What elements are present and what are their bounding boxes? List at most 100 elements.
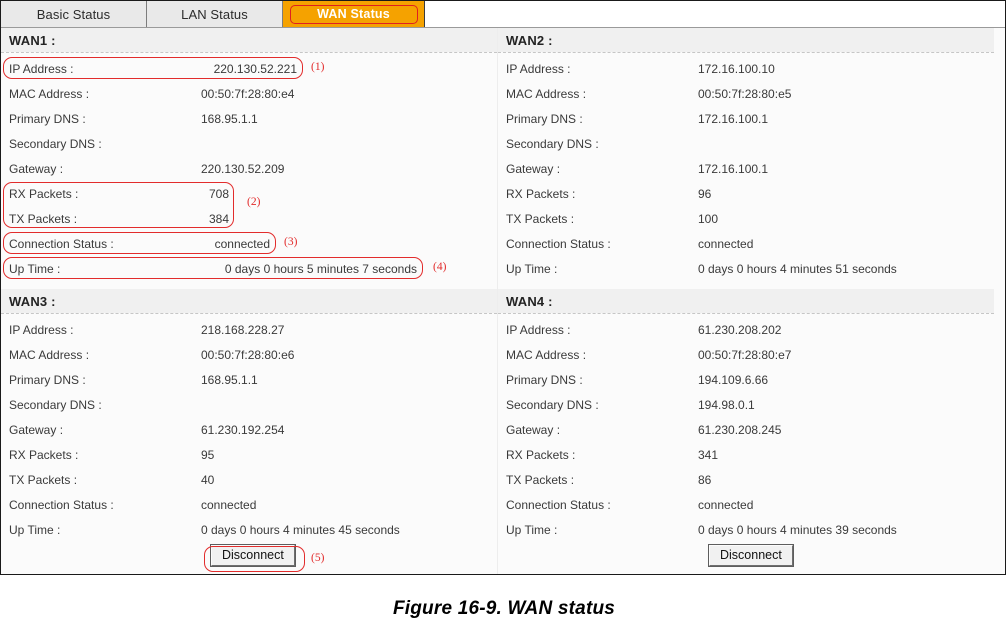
tab-wan-status-label: WAN Status [317, 7, 390, 21]
wan1-row-ip-address: IP Address : 220.130.52.221 [1, 56, 497, 81]
wan4-row-gateway: Gateway : 61.230.208.245 [498, 417, 994, 442]
tab-wan-status[interactable]: WAN Status [283, 1, 425, 27]
wan4-row-connection-status: Connection Status : connected [498, 492, 994, 517]
wan1-row-mac-address: MAC Address : 00:50:7f:28:80:e4 [1, 81, 497, 106]
wan4-row-up-time: Up Time : 0 days 0 hours 4 minutes 39 se… [498, 517, 994, 542]
wan4-row-primary-dns: Primary DNS : 194.109.6.66 [498, 367, 994, 392]
wan4-label-up-time: Up Time : [506, 522, 558, 537]
wan3-value-tx-packets: 40 [201, 472, 215, 487]
wan2-row-secondary-dns: Secondary DNS : [498, 131, 994, 156]
wan4-title: WAN4 : [498, 289, 994, 313]
wan2-row-mac-address: MAC Address : 00:50:7f:28:80:e5 [498, 81, 994, 106]
wan3-label-tx-packets: TX Packets : [9, 472, 78, 487]
wan1-title: WAN1 : [1, 28, 497, 52]
wan3-title: WAN3 : [1, 289, 497, 313]
wan1-label-primary-dns: Primary DNS : [9, 111, 86, 126]
wan2-value-tx-packets: 100 [698, 211, 719, 226]
wan2-row-connection-status: Connection Status : connected [498, 231, 994, 256]
tab-bar-filler [425, 1, 1005, 27]
wan3-row-connection-status: Connection Status : connected [1, 492, 497, 517]
wan2-value-connection-status: connected [698, 236, 754, 251]
status-tab-bar: Basic Status LAN Status WAN Status [1, 1, 1005, 28]
wan4-value-connection-status: connected [698, 497, 754, 512]
tab-lan-status-label: LAN Status [181, 6, 248, 22]
wan3-block: WAN3 : IP Address : 218.168.228.27 MAC A… [1, 289, 497, 542]
wan4-row-mac-address: MAC Address : 00:50:7f:28:80:e7 [498, 342, 994, 367]
tab-lan-status[interactable]: LAN Status [147, 1, 283, 27]
wan3-value-rx-packets: 95 [201, 447, 215, 462]
wan3-label-rx-packets: RX Packets : [9, 447, 79, 462]
wan1-block: WAN1 : IP Address : 220.130.52.221 MAC A… [1, 28, 497, 281]
tab-wan-status-highlight: WAN Status [289, 4, 418, 24]
wan2-block: WAN2 : IP Address : 172.16.100.10 MAC Ad… [498, 28, 994, 281]
wan1-row-primary-dns: Primary DNS : 168.95.1.1 [1, 106, 497, 131]
tab-basic-status[interactable]: Basic Status [1, 1, 147, 27]
wan4-value-ip-address: 61.230.208.202 [698, 322, 782, 337]
wan4-value-secondary-dns: 194.98.0.1 [698, 397, 755, 412]
wan3-row-tx-packets: TX Packets : 40 [1, 467, 497, 492]
wan2-label-primary-dns: Primary DNS : [506, 111, 583, 126]
wan2-row-primary-dns: Primary DNS : 172.16.100.1 [498, 106, 994, 131]
wan3-label-up-time: Up Time : [9, 522, 61, 537]
wan-status-content: WAN1 : IP Address : 220.130.52.221 MAC A… [1, 28, 1005, 574]
wan1-row-gateway: Gateway : 220.130.52.209 [1, 156, 497, 181]
wan1-field-list: IP Address : 220.130.52.221 MAC Address … [1, 54, 497, 281]
wan4-value-mac-address: 00:50:7f:28:80:e7 [698, 347, 792, 362]
wan3-value-connection-status: connected [201, 497, 257, 512]
wan3-value-mac-address: 00:50:7f:28:80:e6 [201, 347, 295, 362]
tab-basic-status-label: Basic Status [36, 6, 111, 22]
wan4-row-rx-packets: RX Packets : 341 [498, 442, 994, 467]
wan3-row-mac-address: MAC Address : 00:50:7f:28:80:e6 [1, 342, 497, 367]
wan3-label-gateway: Gateway : [9, 422, 64, 437]
figure-caption: Figure 16-9. WAN status [392, 598, 616, 619]
wan1-row-rx-packets: RX Packets : 708 [1, 181, 497, 206]
wan1-label-gateway: Gateway : [9, 161, 64, 176]
wan2-label-ip-address: IP Address : [506, 61, 571, 76]
wan2-label-up-time: Up Time : [506, 261, 558, 276]
wan1-row-tx-packets: TX Packets : 384 [1, 206, 497, 231]
wan3-label-mac-address: MAC Address : [9, 347, 90, 362]
wan4-label-tx-packets: TX Packets : [506, 472, 575, 487]
wan2-value-primary-dns: 172.16.100.1 [698, 111, 769, 126]
wan1-row-connection-status: Connection Status : connected [1, 231, 497, 256]
wan2-title: WAN2 : [498, 28, 994, 52]
wan1-row-secondary-dns: Secondary DNS : [1, 131, 497, 156]
wan4-disconnect-button[interactable]: Disconnect [709, 545, 793, 566]
wan2-value-mac-address: 00:50:7f:28:80:e5 [698, 86, 792, 101]
wan2-row-rx-packets: RX Packets : 96 [498, 181, 994, 206]
wan2-value-up-time: 0 days 0 hours 4 minutes 51 seconds [698, 261, 897, 276]
wan4-row-tx-packets: TX Packets : 86 [498, 467, 994, 492]
wan1-value-rx-packets: 708 [208, 186, 229, 201]
wan3-row-gateway: Gateway : 61.230.192.254 [1, 417, 497, 442]
wan3-row-rx-packets: RX Packets : 95 [1, 442, 497, 467]
wan2-label-tx-packets: TX Packets : [506, 211, 575, 226]
wan2-row-tx-packets: TX Packets : 100 [498, 206, 994, 231]
wan2-row-gateway: Gateway : 172.16.100.1 [498, 156, 994, 181]
wan3-label-secondary-dns: Secondary DNS : [9, 397, 102, 412]
wan1-label-secondary-dns: Secondary DNS : [9, 136, 102, 151]
wan3-disconnect-button[interactable]: Disconnect [211, 545, 295, 566]
wan2-row-ip-address: IP Address : 172.16.100.10 [498, 56, 994, 81]
wan4-value-tx-packets: 86 [698, 472, 712, 487]
wan2-value-gateway: 172.16.100.1 [698, 161, 769, 176]
wan2-row-up-time: Up Time : 0 days 0 hours 4 minutes 51 se… [498, 256, 994, 281]
wan1-label-mac-address: MAC Address : [9, 86, 90, 101]
wan3-row-secondary-dns: Secondary DNS : [1, 392, 497, 417]
wan1-row-up-time: Up Time : 0 days 0 hours 5 minutes 7 sec… [1, 256, 497, 281]
wan1-value-ip-address: 220.130.52.221 [213, 61, 297, 76]
wan2-label-secondary-dns: Secondary DNS : [506, 136, 599, 151]
wan3-value-gateway: 61.230.192.254 [201, 422, 285, 437]
wan3-field-list: IP Address : 218.168.228.27 MAC Address … [1, 315, 497, 542]
wan4-label-primary-dns: Primary DNS : [506, 372, 583, 387]
wan3-row-primary-dns: Primary DNS : 168.95.1.1 [1, 367, 497, 392]
wan2-label-rx-packets: RX Packets : [506, 186, 576, 201]
wan4-label-connection-status: Connection Status : [506, 497, 611, 512]
wan1-value-mac-address: 00:50:7f:28:80:e4 [201, 86, 295, 101]
wan4-value-rx-packets: 341 [698, 447, 719, 462]
wan4-block: WAN4 : IP Address : 61.230.208.202 MAC A… [498, 289, 994, 542]
wan3-row-up-time: Up Time : 0 days 0 hours 4 minutes 45 se… [1, 517, 497, 542]
wan4-label-mac-address: MAC Address : [506, 347, 587, 362]
wan4-label-ip-address: IP Address : [506, 322, 571, 337]
wan3-label-connection-status: Connection Status : [9, 497, 114, 512]
wan4-value-up-time: 0 days 0 hours 4 minutes 39 seconds [698, 522, 897, 537]
